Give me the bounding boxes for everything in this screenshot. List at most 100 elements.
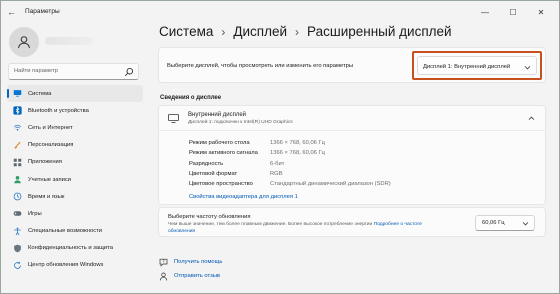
sidebar-item[interactable]: Центр обновления Windows: [7, 257, 143, 274]
display-info-rows: Режим рабочего стола 1366 × 768, 60,06 Гц…: [189, 138, 391, 189]
sidebar-item[interactable]: Учетные записи: [7, 171, 143, 188]
help-links: ? Получить помощь Отправить отзыв: [159, 255, 222, 283]
sidebar-item-label: Центр обновления Windows: [28, 262, 104, 269]
bluetooth-icon: [13, 106, 22, 115]
sidebar-item-label: Учетные записи: [28, 176, 71, 183]
adapter-properties-link[interactable]: Свойства видеоадаптера для дисплея 1: [189, 194, 298, 200]
page-title: Расширенный дисплей: [307, 24, 452, 39]
sidebar-nav: Система Bluetooth и устройства Сеть и Инте…: [7, 85, 143, 274]
display-info-key: Разрядность: [189, 160, 224, 167]
display-info-subtitle: Дисплей 1: подключен к Intel(R) UHD Grap…: [188, 120, 293, 125]
update-icon: [14, 261, 21, 269]
feedback-person-icon: [159, 272, 168, 280]
maximize-button[interactable]: ☐: [499, 3, 527, 21]
search-placeholder: Найти параметр: [14, 68, 58, 74]
sidebar-item[interactable]: Специальные возможности: [7, 223, 143, 240]
shield-icon: [14, 244, 21, 253]
minimize-button[interactable]: —: [471, 3, 499, 21]
sidebar-item-label: Время и язык: [28, 193, 65, 200]
sidebar: Найти параметр Система Bluetooth и устрой…: [1, 23, 149, 293]
refresh-rate-value: 60,06 Гц: [482, 220, 505, 226]
brush-icon: [14, 141, 21, 149]
display-info-row: Режим рабочего стола 1366 × 768, 60,06 Гц: [189, 138, 391, 148]
display-info-key: Цветовое пространство: [189, 181, 253, 188]
display-info-row: Разрядность 6-бит: [189, 159, 391, 169]
display-info-card: Внутренний дисплей Дисплей 1: подключен …: [158, 105, 546, 205]
display-info-header[interactable]: Внутренний дисплей Дисплей 1: подключен …: [159, 106, 545, 131]
breadcrumb-display[interactable]: Дисплей: [233, 24, 287, 39]
display-dropdown-highlight: Дисплей 1: Внутренний дисплей: [412, 51, 542, 80]
sidebar-item-label: Bluetooth и устройства: [28, 107, 89, 114]
window-controls: — ☐ ✕: [471, 3, 555, 21]
person-icon: [18, 36, 30, 49]
display-info-value: 6-бит: [270, 160, 285, 167]
sidebar-item[interactable]: Игры: [7, 205, 143, 222]
chevron-down-icon: [522, 222, 529, 226]
settings-window: ← Параметры — ☐ ✕ Найти параметр Система…: [0, 0, 560, 294]
sidebar-item[interactable]: Сеть и Интернет: [7, 119, 143, 136]
sidebar-item[interactable]: Персонализация: [7, 137, 143, 154]
accessibility-icon: [14, 227, 21, 235]
sidebar-item-label: Система: [28, 90, 52, 97]
monitor-icon: [168, 114, 179, 123]
display-info-key: Режим активного сигнала: [189, 150, 258, 157]
display-info-row: Цветовой формат RGB: [189, 169, 391, 179]
section-label-display-info: Сведения о дисплее: [160, 95, 222, 101]
sidebar-item-label: Сеть и Интернет: [28, 124, 73, 131]
wifi-icon: [13, 125, 22, 132]
display-info-value: RGB: [270, 171, 283, 178]
search-icon[interactable]: [124, 67, 134, 77]
breadcrumb: Система › Дисплей › Расширенный дисплей: [159, 24, 452, 39]
display-info-value: 1366 × 768, 60,06 Гц: [270, 150, 325, 157]
refresh-rate-dropdown[interactable]: 60,06 Гц: [475, 215, 535, 231]
close-button[interactable]: ✕: [527, 3, 555, 21]
display-dropdown-value: Дисплей 1: Внутренний дисплей: [423, 64, 511, 70]
apps-icon: [13, 158, 22, 167]
monitor-icon: [13, 90, 22, 97]
clock-globe-icon: [13, 192, 22, 201]
chevron-up-icon[interactable]: [528, 115, 535, 122]
title-bar: ← Параметры — ☐ ✕: [1, 1, 559, 23]
monitor-select-card: Выберите дисплей, чтобы просмотреть или …: [158, 47, 546, 83]
avatar[interactable]: [9, 27, 39, 57]
display-info-key: Цветовой формат: [189, 171, 238, 178]
sidebar-item[interactable]: Система: [7, 85, 143, 103]
refresh-rate-description-text: Чем выше значение, тем более плавным дви…: [168, 222, 373, 227]
breadcrumb-separator: ›: [295, 24, 300, 39]
feedback-label: Отправить отзыв: [174, 273, 221, 279]
refresh-rate-title: Выберите частоту обновления: [168, 214, 251, 220]
display-info-value: Стандартный динамический диапазон (SDR): [270, 181, 391, 188]
breadcrumb-separator: ›: [221, 24, 226, 39]
sidebar-item-label: Игры: [28, 210, 42, 217]
help-chat-icon: ?: [159, 258, 168, 267]
display-info-value: 1366 × 768, 60,06 Гц: [270, 140, 325, 147]
display-info-key: Режим рабочего стола: [189, 140, 250, 147]
sidebar-item-label: Конфиденциальность и защита: [28, 245, 113, 252]
feedback-link[interactable]: Отправить отзыв: [159, 269, 222, 283]
sidebar-item[interactable]: Приложения: [7, 154, 143, 171]
person-icon: [14, 176, 21, 184]
display-info-title: Внутренний дисплей: [188, 112, 247, 118]
sidebar-item-label: Специальные возможности: [28, 228, 103, 235]
svg-text:?: ?: [162, 259, 164, 264]
refresh-rate-card: Выберите частоту обновления Чем выше зна…: [158, 207, 546, 237]
display-info-row: Режим активного сигнала 1366 × 768, 60,06…: [189, 148, 391, 158]
window-title: Параметры: [25, 8, 60, 15]
breadcrumb-system[interactable]: Система: [159, 24, 213, 39]
back-arrow-icon[interactable]: ←: [7, 7, 17, 17]
sidebar-item-label: Персонализация: [28, 142, 74, 149]
monitor-select-prompt: Выберите дисплей, чтобы просмотреть или …: [167, 63, 354, 69]
sidebar-item-label: Приложения: [28, 159, 62, 166]
sidebar-item[interactable]: Время и язык: [7, 188, 143, 205]
user-name-blurred: [45, 37, 93, 45]
gamepad-icon: [13, 211, 22, 217]
display-info-row: Цветовое пространство Стандартный динамич…: [189, 179, 391, 189]
search-input[interactable]: Найти параметр: [8, 63, 139, 80]
chevron-down-icon: [524, 66, 531, 70]
sidebar-item[interactable]: Bluetooth и устройства: [7, 102, 143, 119]
sidebar-item[interactable]: Конфиденциальность и защита: [7, 240, 143, 257]
get-help-link[interactable]: ? Получить помощь: [159, 255, 222, 269]
display-dropdown[interactable]: Дисплей 1: Внутренний дисплей: [417, 56, 537, 75]
get-help-label: Получить помощь: [174, 259, 223, 265]
refresh-rate-description: Чем выше значение, тем более плавным дви…: [168, 222, 428, 235]
